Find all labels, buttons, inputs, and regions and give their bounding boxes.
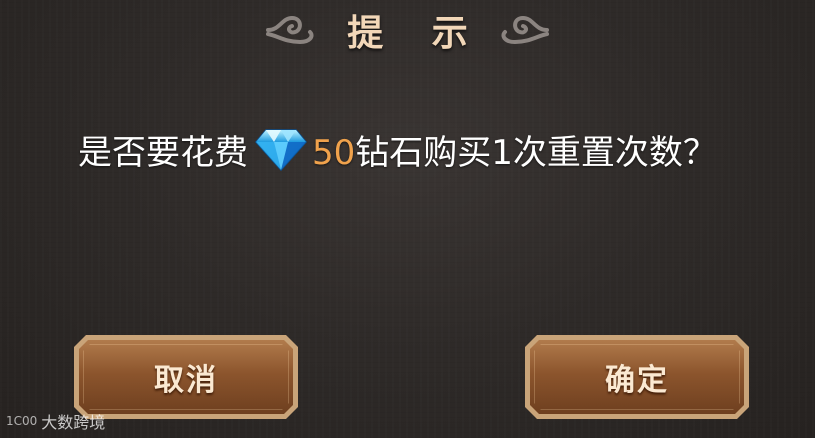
watermark-text: 大数跨境	[41, 413, 106, 432]
message-suffix: 钻石购买1次重置次数？	[355, 133, 717, 173]
right-cloud-ornament-icon	[501, 15, 665, 45]
reset-confirm-dialog: 提 示 是否要花费 50钻石购买1次重置次数？ 取消 确定 1C00 大数跨境	[0, 0, 815, 438]
message-prefix: 是否要花费	[78, 133, 248, 173]
watermark: 1C00 大数跨境	[6, 409, 105, 433]
confirm-button-label: 确定	[605, 363, 669, 398]
confirm-button[interactable]: 确定	[525, 335, 749, 419]
dialog-title: 提 示	[347, 13, 486, 54]
cancel-button[interactable]: 取消	[74, 335, 298, 419]
diamond-amount: 50	[312, 133, 356, 173]
dialog-header: 提 示	[0, 0, 815, 62]
dialog-message: 是否要花费 50钻石购买1次重置次数？	[78, 126, 768, 180]
diamond-icon	[255, 129, 307, 172]
cancel-button-label: 取消	[154, 363, 218, 398]
watermark-logo: 1C00	[6, 414, 38, 428]
